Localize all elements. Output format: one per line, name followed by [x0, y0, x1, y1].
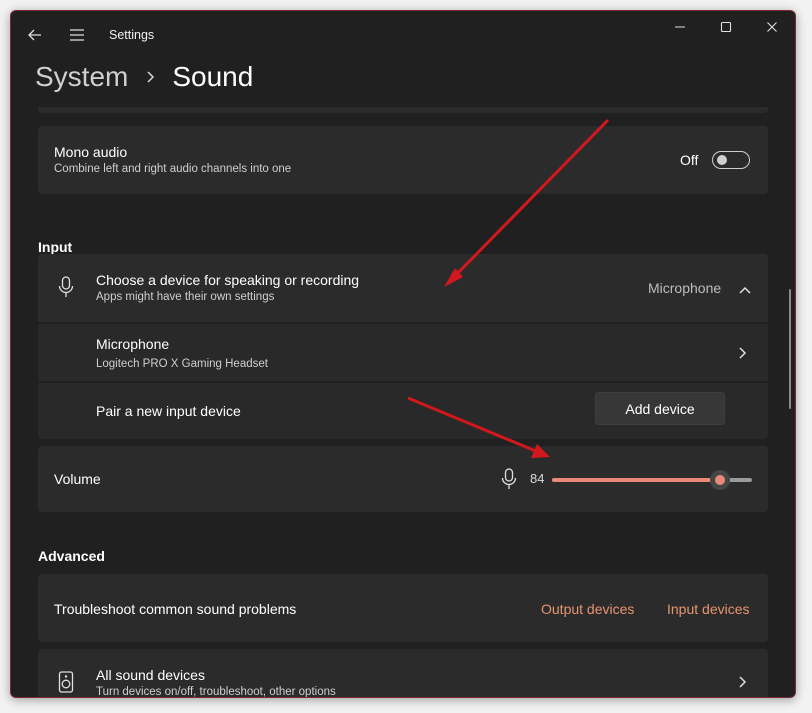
microphone-device-row[interactable]: Microphone Logitech PRO X Gaming Headset [38, 324, 768, 381]
title-bar: Settings [11, 11, 795, 59]
back-button[interactable] [25, 21, 45, 49]
output-devices-link[interactable]: Output devices [541, 601, 634, 617]
mono-audio-state-label: Off [680, 152, 699, 168]
breadcrumb: System Sound [35, 57, 253, 97]
troubleshoot-label: Troubleshoot common sound problems [54, 601, 297, 617]
maximize-icon [720, 21, 732, 33]
input-chooser-title: Choose a device for speaking or recordin… [96, 272, 360, 288]
minimize-icon [675, 26, 685, 28]
settings-window: Settings System Sound Mono audio Combine… [10, 10, 796, 698]
slider-fill [552, 478, 720, 482]
mono-audio-title: Mono audio [54, 144, 128, 160]
input-volume-card: Volume 84 [38, 446, 768, 512]
mono-audio-card: Mono audio Combine left and right audio … [38, 126, 768, 194]
selected-input-device: Microphone [648, 280, 722, 296]
hamburger-menu-icon [70, 29, 84, 41]
input-chooser-subtitle: Apps might have their own settings [96, 291, 275, 303]
breadcrumb-parent-system[interactable]: System [35, 61, 128, 93]
app-title: Settings [109, 28, 155, 42]
device-name: Microphone [96, 336, 170, 352]
navigation-menu-button[interactable] [67, 21, 87, 49]
close-icon [767, 22, 777, 32]
volume-slider[interactable] [552, 468, 752, 492]
input-device-chooser[interactable]: Choose a device for speaking or recordin… [38, 254, 768, 322]
page-title: Sound [172, 61, 254, 92]
scrollbar[interactable] [789, 289, 791, 409]
pair-device-label: Pair a new input device [96, 403, 241, 419]
mono-audio-description: Combine left and right audio channels in… [54, 163, 292, 175]
speaker-device-icon [58, 671, 74, 697]
minimize-button[interactable] [657, 11, 703, 43]
input-devices-link[interactable]: Input devices [667, 601, 750, 617]
device-detail: Logitech PRO X Gaming Headset [96, 358, 268, 370]
microphone-icon [58, 276, 74, 303]
back-arrow-icon [28, 29, 41, 41]
chevron-right-icon [147, 71, 155, 83]
troubleshoot-card: Troubleshoot common sound problems Outpu… [38, 574, 768, 642]
volume-label: Volume [54, 471, 101, 487]
slider-thumb[interactable] [710, 470, 730, 490]
close-button[interactable] [749, 11, 795, 43]
toggle-knob [717, 155, 727, 165]
chevron-right-icon [738, 346, 748, 365]
advanced-section-title: Advanced [38, 548, 105, 564]
all-sound-devices-row[interactable]: All sound devices Turn devices on/off, t… [38, 649, 768, 697]
mono-audio-toggle[interactable] [712, 151, 750, 169]
settings-content: Mono audio Combine left and right audio … [11, 107, 795, 697]
previous-setting-card [38, 107, 768, 113]
chevron-up-icon[interactable] [738, 282, 752, 300]
microphone-icon [501, 468, 517, 495]
all-devices-subtitle: Turn devices on/off, troubleshoot, other… [96, 686, 336, 697]
pair-input-device-row: Pair a new input device Add device [38, 383, 768, 439]
all-devices-title: All sound devices [96, 667, 205, 683]
add-device-button[interactable]: Add device [595, 392, 725, 425]
chevron-right-icon [738, 675, 748, 694]
input-section-title: Input [38, 239, 73, 255]
maximize-button[interactable] [703, 11, 749, 43]
volume-value: 84 [530, 471, 545, 486]
